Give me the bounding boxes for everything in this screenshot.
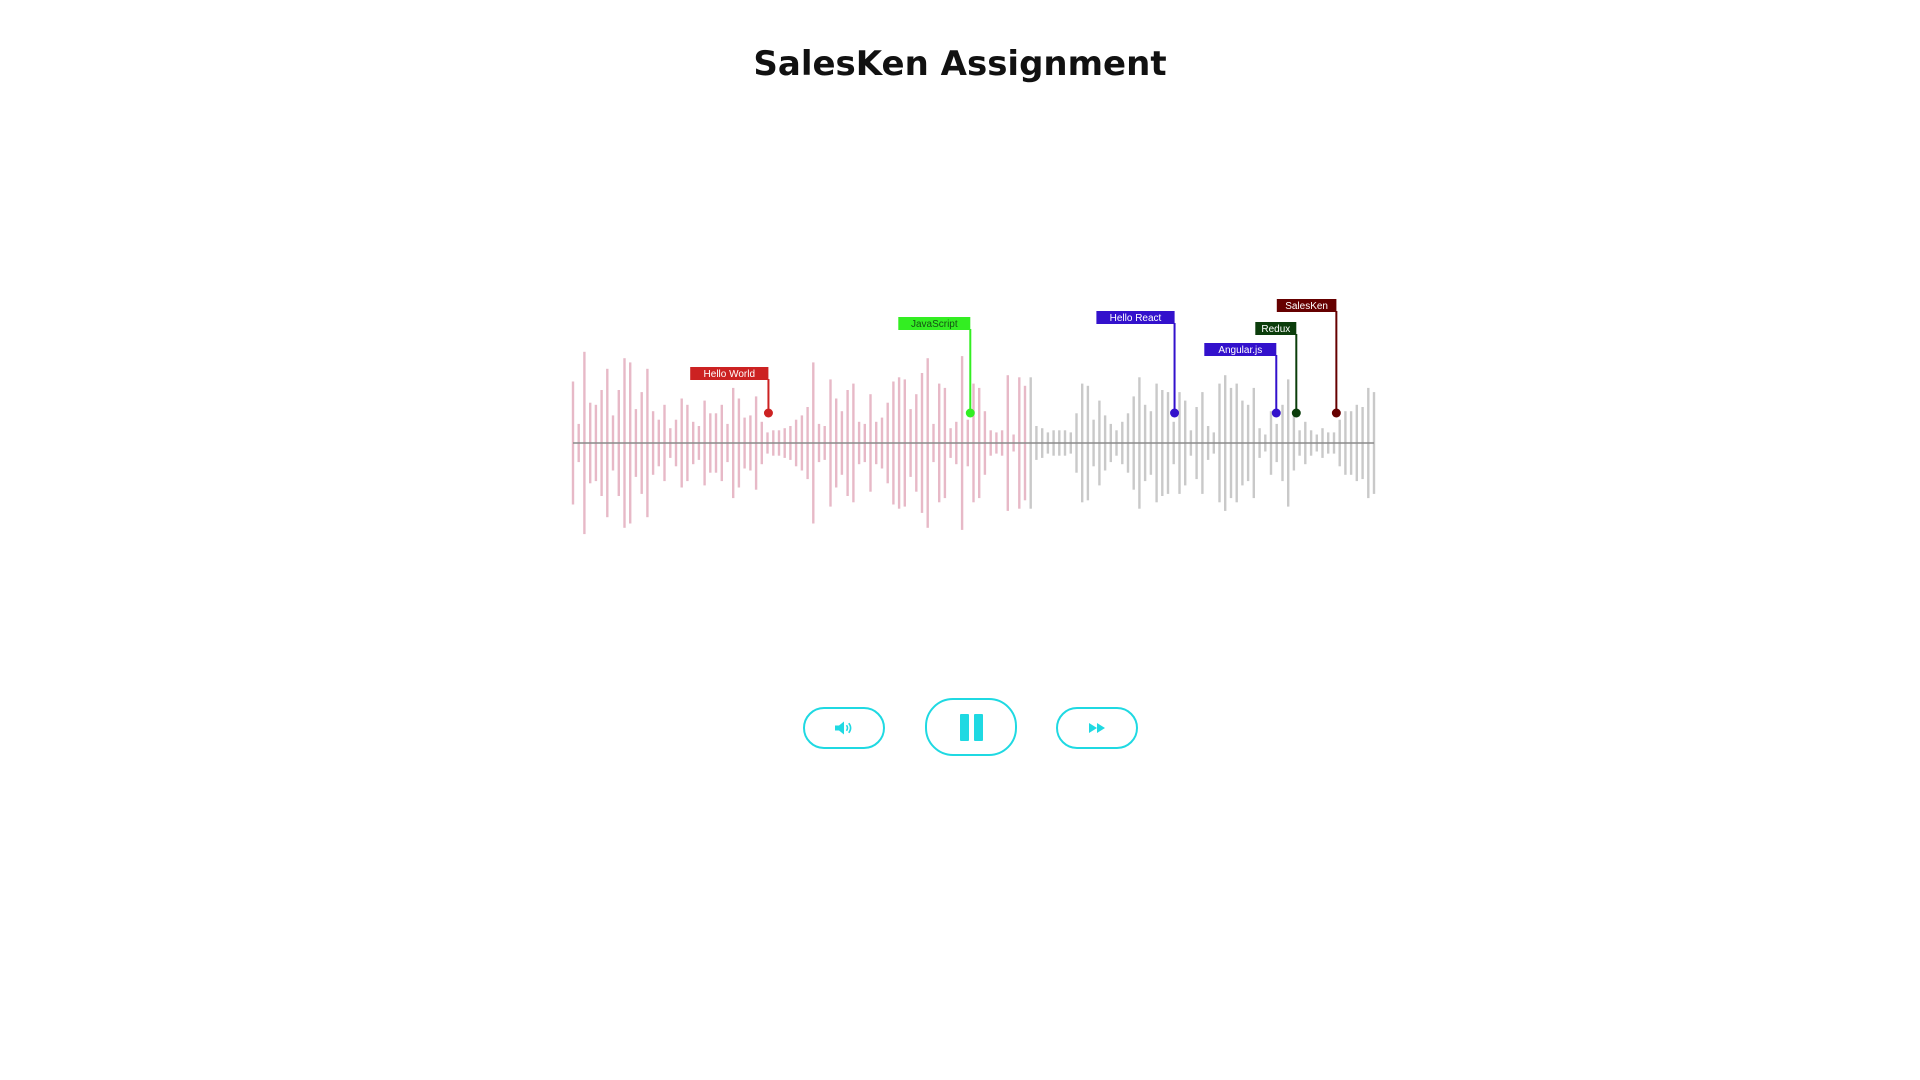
marker-salesken[interactable]: SalesKen bbox=[1276, 299, 1341, 418]
page-title: SalesKen Assignment bbox=[753, 44, 1167, 84]
marker-label: JavaScript bbox=[911, 319, 958, 330]
pause-icon bbox=[957, 713, 985, 741]
marker-label: SalesKen bbox=[1285, 301, 1328, 312]
fast-forward-icon bbox=[1089, 723, 1105, 733]
marker-hello-world[interactable]: Hello World bbox=[690, 367, 773, 418]
player-controls bbox=[0, 698, 1920, 758]
marker-javascript[interactable]: JavaScript bbox=[898, 317, 975, 418]
marker-label: Hello React bbox=[1110, 313, 1162, 324]
marker-dot[interactable] bbox=[763, 408, 773, 418]
volume-button[interactable] bbox=[803, 707, 885, 749]
fast-forward-button[interactable] bbox=[1056, 707, 1138, 749]
marker-dot[interactable] bbox=[1271, 408, 1281, 418]
marker-redux[interactable]: Redux bbox=[1255, 322, 1301, 418]
marker-label: Hello World bbox=[704, 369, 756, 380]
marker-hello-react[interactable]: Hello React bbox=[1096, 311, 1180, 418]
marker-label: Redux bbox=[1261, 324, 1290, 335]
marker-dot[interactable] bbox=[1170, 408, 1180, 418]
waveform[interactable]: Hello World JavaScript Hello React Angular.… bbox=[560, 280, 1380, 570]
play-pause-button[interactable] bbox=[925, 698, 1017, 756]
marker-dot[interactable] bbox=[1291, 408, 1301, 418]
marker-dot[interactable] bbox=[1331, 408, 1341, 418]
marker-label: Angular.js bbox=[1218, 345, 1262, 356]
volume-icon bbox=[835, 721, 852, 735]
marker-dot[interactable] bbox=[965, 408, 975, 418]
